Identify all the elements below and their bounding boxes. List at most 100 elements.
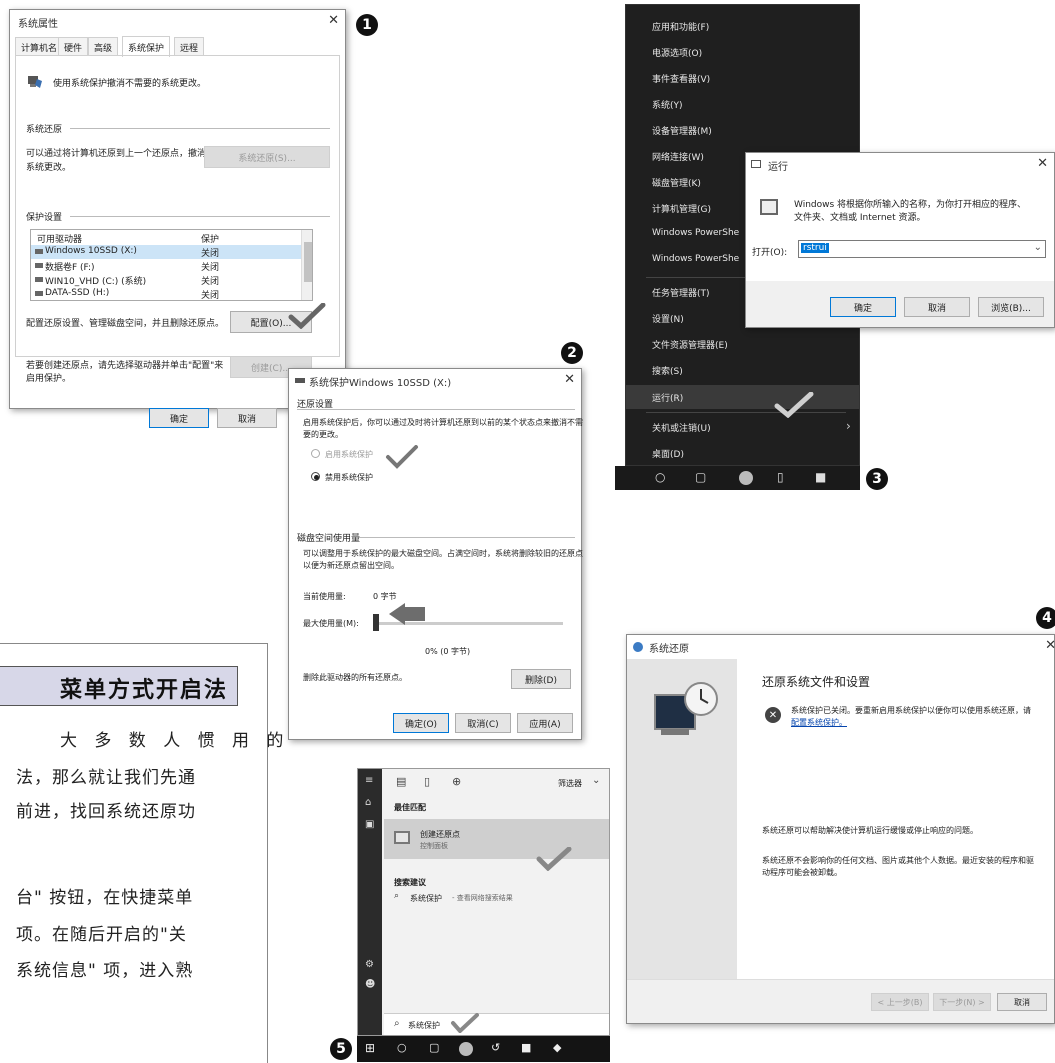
checkmark-icon <box>536 846 572 874</box>
task-view-icon[interactable]: ▢ <box>429 1041 439 1054</box>
tab-hardware[interactable]: 硬件 <box>58 37 89 56</box>
browse-button[interactable]: 浏览(B)... <box>978 297 1044 317</box>
menu-item[interactable]: 事件查看器(V) <box>652 72 710 85</box>
column-header-protection: 保护 <box>201 235 220 245</box>
apply-button[interactable]: 应用(A) <box>517 713 573 733</box>
tab-system-protection[interactable]: 系统保护 <box>122 36 171 57</box>
cancel-button[interactable]: 取消 <box>997 993 1047 1011</box>
ok-button[interactable]: 确定(O) <box>393 713 449 733</box>
step-marker: 3 <box>866 468 888 490</box>
settings-icon[interactable]: ⚙ <box>365 959 374 970</box>
menu-item[interactable]: 桌面(D) <box>652 447 684 460</box>
tab-advanced[interactable]: 高级 <box>88 37 119 56</box>
menu-item-run[interactable]: 运行(R) <box>652 391 683 404</box>
table-row[interactable]: 数据卷F (F:) 关闭 <box>31 259 301 273</box>
ok-button[interactable]: 确定 <box>149 408 209 428</box>
radio-enable[interactable] <box>311 449 320 458</box>
scrollbar[interactable] <box>301 230 312 300</box>
next-button[interactable]: 下一步(N) > <box>933 993 991 1011</box>
apps-icon[interactable]: ▤ <box>396 775 406 788</box>
chevron-down-icon[interactable]: ⌄ <box>592 775 600 786</box>
delete-button[interactable]: 删除(D) <box>511 669 571 689</box>
document-icon[interactable]: ▣ <box>365 819 374 830</box>
home-icon[interactable]: ⌂ <box>365 797 371 808</box>
table-row[interactable]: WIN10_VHD (C:) (系统) 关闭 <box>31 273 301 287</box>
drive-status: 关闭 <box>201 263 220 273</box>
radio-disable[interactable] <box>311 472 320 481</box>
app-icon[interactable]: ■ <box>815 470 826 484</box>
menu-item[interactable]: 磁盘管理(K) <box>652 176 701 189</box>
article-line: 台" 按钮，在快捷菜单 <box>16 888 194 908</box>
suggest-item[interactable]: 系统保护 <box>410 893 442 904</box>
app-icon[interactable] <box>739 471 753 485</box>
menu-item[interactable]: 电源选项(O) <box>652 46 702 59</box>
menu-item[interactable]: 关机或注销(U) <box>652 421 711 434</box>
suggest-header: 搜索建议 <box>394 878 426 887</box>
close-icon[interactable]: ✕ <box>1045 638 1055 653</box>
menu-item[interactable]: 搜索(S) <box>652 364 683 377</box>
current-usage-value: 0 字节 <box>373 592 397 601</box>
search-box[interactable]: ⌕ 系统保护 <box>384 1013 609 1035</box>
documents-icon[interactable]: ▯ <box>424 775 430 788</box>
menu-item[interactable]: 应用和功能(F) <box>652 20 709 33</box>
app-icon[interactable]: ◆ <box>553 1041 561 1054</box>
filter-label[interactable]: 筛选器 <box>558 778 582 789</box>
disk-desc: 以便为新还原点留出空间。 <box>303 561 399 570</box>
restore-app-icon <box>633 642 643 652</box>
configure-protection-link[interactable]: 配置系统保护。 <box>791 717 847 728</box>
system-restore-button[interactable]: 系统还原(S)... <box>204 146 330 168</box>
app-icon[interactable] <box>459 1042 473 1056</box>
cancel-button[interactable]: 取消 <box>904 297 970 317</box>
radio-disable-label: 禁用系统保护 <box>325 473 373 482</box>
scrollbar-thumb[interactable] <box>304 242 312 282</box>
error-icon: ✕ <box>765 707 781 723</box>
menu-icon[interactable]: ≡ <box>365 775 373 786</box>
app-icon[interactable]: ▯ <box>777 470 784 484</box>
ok-button[interactable]: 确定 <box>830 297 896 317</box>
user-icon[interactable]: ☻ <box>365 979 375 990</box>
task-view-icon[interactable]: ▢ <box>695 470 706 484</box>
article-box <box>0 643 268 1063</box>
info-text: 动程序可能会被卸载。 <box>762 868 842 877</box>
search-result-item[interactable]: 创建还原点 控制面板 <box>384 819 609 859</box>
search-icon[interactable]: ○ <box>397 1041 407 1054</box>
close-icon[interactable]: ✕ <box>328 13 339 28</box>
menu-item[interactable]: 计算机管理(G) <box>652 202 711 215</box>
app-icon[interactable]: ■ <box>521 1041 531 1054</box>
close-icon[interactable]: ✕ <box>564 372 575 387</box>
menu-item[interactable]: Windows PowerShe <box>652 228 739 238</box>
menu-item[interactable]: 设置(N) <box>652 312 684 325</box>
menu-item[interactable]: 设备管理器(M) <box>652 124 712 137</box>
header-text: 使用系统保护撤消不需要的系统更改。 <box>53 79 207 89</box>
drive-icon <box>35 249 43 254</box>
app-icon[interactable]: ↺ <box>491 1041 500 1054</box>
windows-start-icon[interactable]: ⊞ <box>365 1041 375 1055</box>
create-desc: 启用保护。 <box>26 374 72 384</box>
open-input[interactable]: rstrui ⌄ <box>798 240 1046 258</box>
menu-item[interactable]: Windows PowerShe <box>652 254 739 264</box>
article-line: 系统信息" 项，进入熟 <box>16 961 194 981</box>
divider <box>70 128 330 129</box>
close-icon[interactable]: ✕ <box>1037 156 1048 171</box>
max-usage-label: 最大使用量(M): <box>303 619 359 628</box>
system-restore-window: 系统还原 ✕ 还原系统文件和设置 ✕ 系统保护已关闭。要重新启用系统保护以便你可… <box>626 634 1055 1024</box>
cancel-button[interactable]: 取消(C) <box>455 713 511 733</box>
tab-remote[interactable]: 远程 <box>174 37 205 56</box>
web-icon[interactable]: ⊕ <box>452 775 461 788</box>
divider <box>359 537 575 538</box>
cancel-button[interactable]: 取消 <box>217 408 277 428</box>
menu-item[interactable]: 网络连接(W) <box>652 150 704 163</box>
menu-item[interactable]: 任务管理器(T) <box>652 286 710 299</box>
table-row[interactable]: DATA-SSD (H:) 关闭 <box>31 287 301 300</box>
run-program-icon <box>760 199 778 215</box>
current-usage-label: 当前使用量: <box>303 592 346 601</box>
table-row[interactable]: Windows 10SSD (X:) 关闭 <box>31 245 301 259</box>
column-header-drives: 可用驱动器 <box>37 235 83 245</box>
search-icon[interactable]: ○ <box>655 470 665 484</box>
back-button[interactable]: < 上一步(B) <box>871 993 929 1011</box>
menu-item[interactable]: 系统(Y) <box>652 98 683 111</box>
chevron-down-icon[interactable]: ⌄ <box>1034 242 1042 253</box>
tab-computer-name[interactable]: 计算机名 <box>15 37 64 56</box>
config-desc: 配置还原设置、管理磁盘空间，并且删除还原点。 <box>26 319 225 329</box>
menu-item[interactable]: 文件资源管理器(E) <box>652 338 728 351</box>
